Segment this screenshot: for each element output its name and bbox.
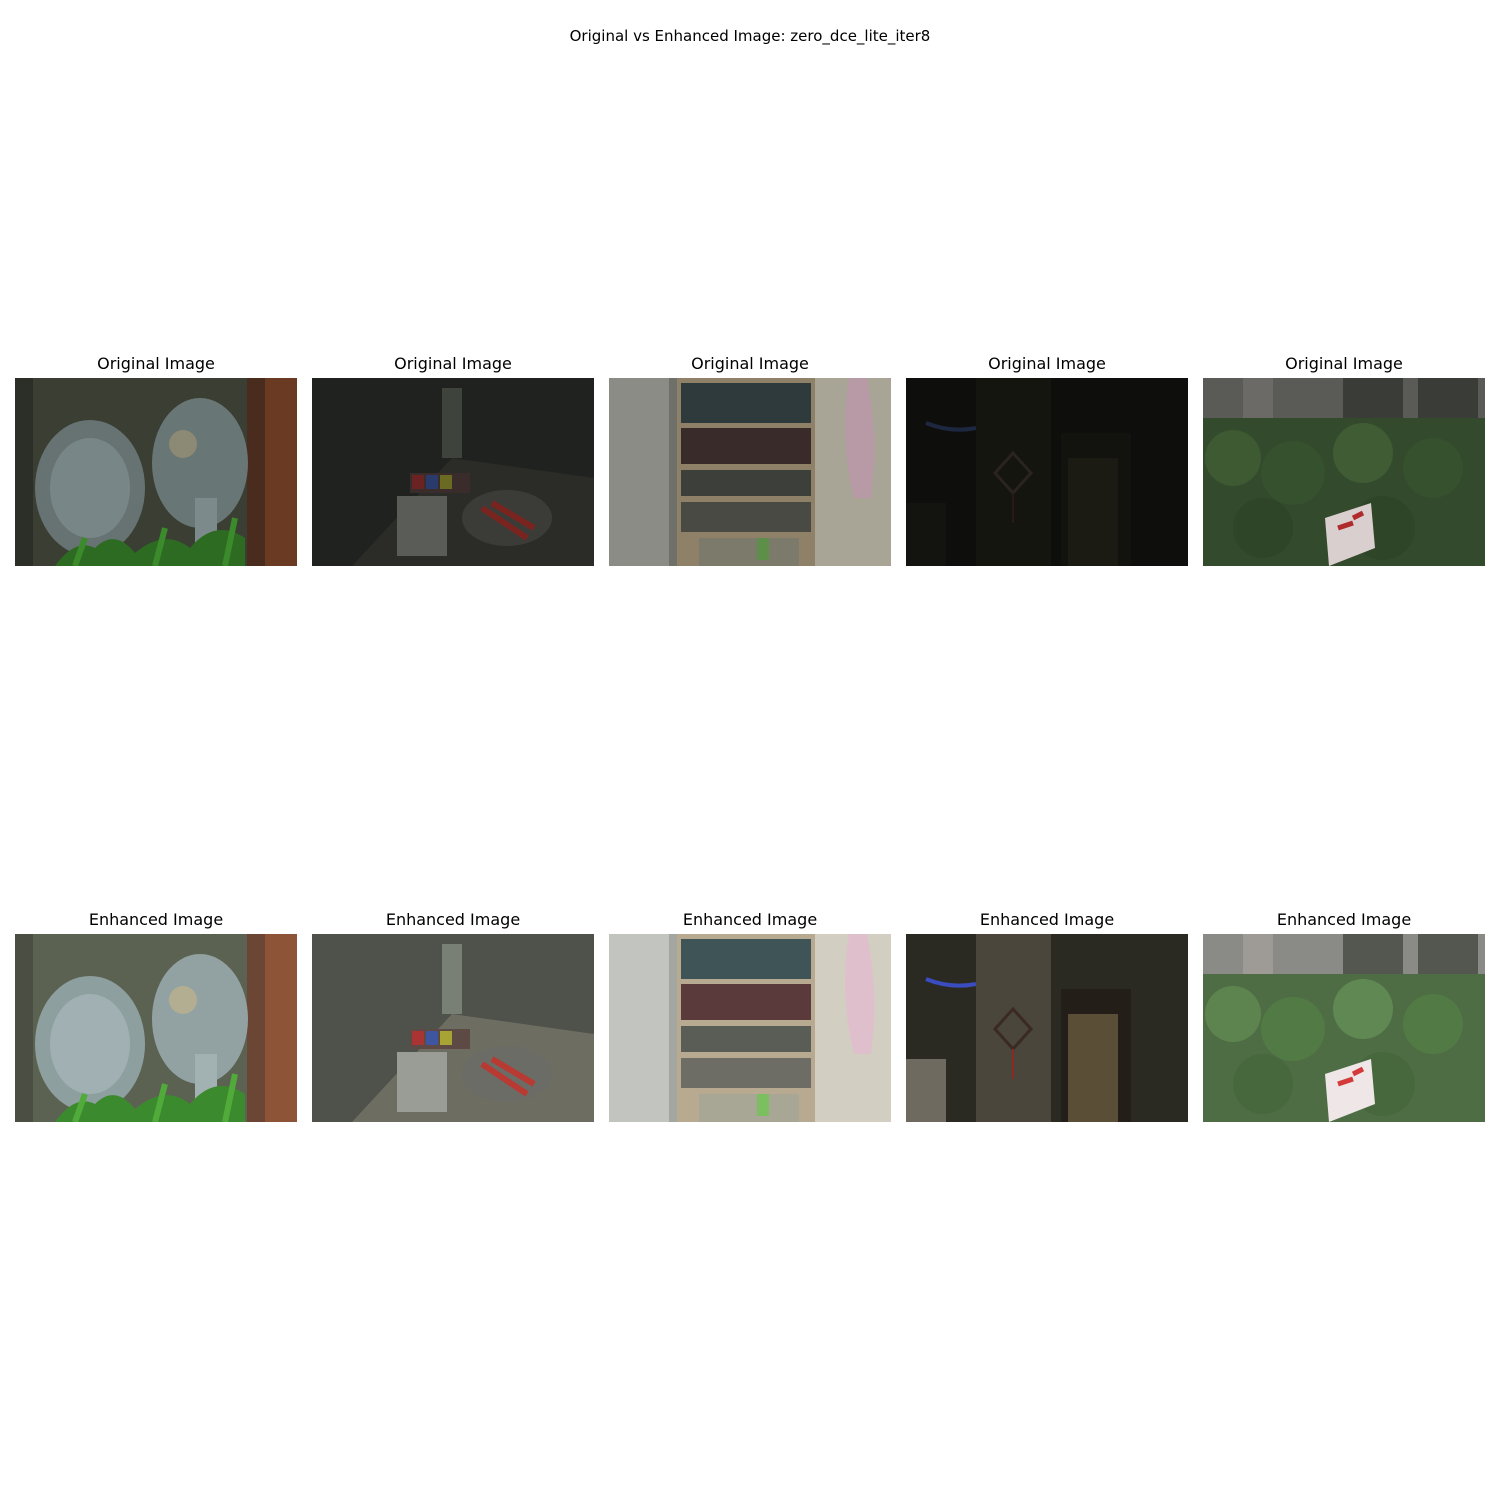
original-panel-1: Original Image — [15, 354, 297, 566]
figure-title: Original vs Enhanced Image: zero_dce_lit… — [569, 27, 931, 45]
panel-title: Original Image — [691, 354, 809, 373]
original-panel-2: Original Image — [312, 354, 594, 566]
original-panel-3: Original Image — [609, 354, 891, 566]
panel-title: Enhanced Image — [979, 910, 1115, 929]
original-image-bookshelf — [609, 378, 891, 566]
original-image-hedge — [1203, 378, 1485, 566]
panel-title: Enhanced Image — [682, 910, 818, 929]
original-image-hallway — [906, 378, 1188, 566]
enhanced-image-fans — [15, 934, 297, 1122]
enhanced-image-hedge — [1203, 934, 1485, 1122]
original-image-table — [312, 378, 594, 566]
panel-title: Enhanced Image — [88, 910, 224, 929]
panel-title: Enhanced Image — [1276, 910, 1412, 929]
enhanced-panel-4: Enhanced Image — [906, 910, 1188, 1122]
enhanced-image-table — [312, 934, 594, 1122]
panel-title: Original Image — [394, 354, 512, 373]
enhanced-image-hallway — [906, 934, 1188, 1122]
enhanced-panel-1: Enhanced Image — [15, 910, 297, 1122]
enhanced-image-bookshelf — [609, 934, 891, 1122]
enhanced-panel-2: Enhanced Image — [312, 910, 594, 1122]
original-panel-4: Original Image — [906, 354, 1188, 566]
original-image-fans — [15, 378, 297, 566]
enhanced-panel-3: Enhanced Image — [609, 910, 891, 1122]
enhanced-panel-5: Enhanced Image — [1203, 910, 1485, 1122]
panel-title: Enhanced Image — [385, 910, 521, 929]
original-panel-5: Original Image — [1203, 354, 1485, 566]
panel-title: Original Image — [988, 354, 1106, 373]
panel-title: Original Image — [1285, 354, 1403, 373]
panel-title: Original Image — [97, 354, 215, 373]
